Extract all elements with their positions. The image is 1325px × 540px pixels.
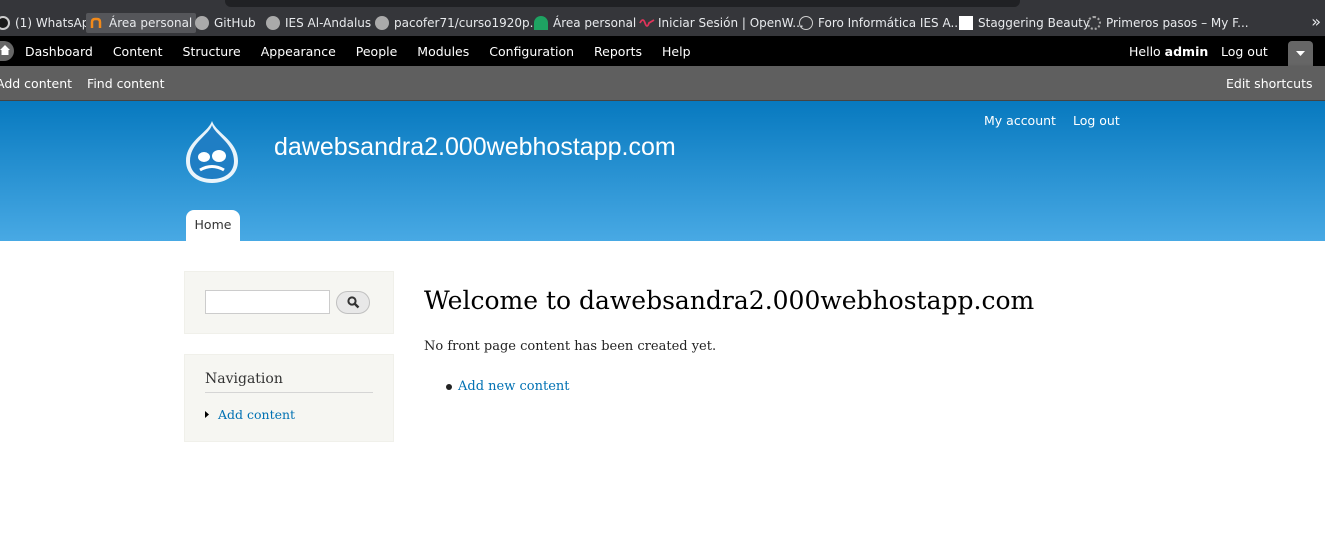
blank-page-icon: [959, 16, 973, 30]
site-name-link[interactable]: dawebsandra2.000webhostapp.com: [274, 133, 676, 162]
bookmark-label: Iniciar Sesión | OpenW...: [658, 16, 804, 30]
bookmark-openwebinars[interactable]: Iniciar Sesión | OpenW...: [635, 13, 808, 33]
empty-message: No front page content has been created y…: [424, 339, 717, 354]
gear-icon: [1087, 16, 1101, 30]
user-greeting: Hello admin: [1129, 36, 1208, 66]
navigation-title: Navigation: [205, 371, 373, 393]
menu-arrow-icon: [205, 411, 209, 418]
shortcut-add-content[interactable]: Add content: [0, 76, 72, 91]
drupal-logo-icon[interactable]: [182, 119, 242, 189]
bookmark-label: IES Al-Andalus: [285, 16, 372, 30]
nav-add-content-link[interactable]: Add content: [205, 407, 295, 422]
admin-toolbar: Dashboard Content Structure Appearance P…: [0, 36, 1325, 66]
bookmark-foro-informatica[interactable]: Foro Informática IES A...: [795, 13, 966, 33]
more-bookmarks-button[interactable]: »: [1311, 12, 1321, 31]
admin-menu: Dashboard Content Structure Appearance P…: [25, 36, 711, 66]
bookmark-label: GitHub: [214, 16, 256, 30]
home-button[interactable]: [0, 41, 14, 61]
whatsapp-icon: [0, 16, 10, 30]
bookmark-label: pacofer71/curso1920p...: [394, 16, 542, 30]
github-icon: [266, 16, 280, 30]
bookmark-label: (1) WhatsApp: [15, 16, 98, 30]
toolbar-logout-link[interactable]: Log out: [1221, 36, 1268, 66]
menu-help[interactable]: Help: [662, 44, 691, 59]
search-block: [184, 271, 394, 334]
bookmark-label: Área personal: [109, 16, 193, 30]
bookmark-staggering-beauty[interactable]: Staggering Beauty: [955, 13, 1094, 33]
menu-appearance[interactable]: Appearance: [261, 44, 336, 59]
chevron-down-icon: [1296, 51, 1305, 56]
my-account-link[interactable]: My account: [984, 113, 1056, 128]
menu-dashboard[interactable]: Dashboard: [25, 44, 93, 59]
nav-add-content-label: Add content: [218, 407, 296, 422]
openwebinars-icon: [639, 16, 655, 30]
bookmark-area-personal[interactable]: Área personal: [86, 13, 197, 33]
bookmark-pacofer71[interactable]: pacofer71/curso1920p...: [371, 13, 545, 33]
search-button[interactable]: [336, 291, 370, 314]
tab-home[interactable]: Home: [186, 210, 240, 242]
hello-label: Hello: [1129, 43, 1161, 59]
address-bar-edge: [225, 0, 1020, 7]
edit-shortcuts-link[interactable]: Edit shortcuts: [1226, 66, 1313, 101]
menu-reports[interactable]: Reports: [594, 44, 642, 59]
site-header: dawebsandra2.000webhostapp.com My accoun…: [0, 101, 1325, 242]
bullet-icon: [446, 383, 452, 390]
github-icon: [195, 16, 209, 30]
bookmark-label: Área personal: [553, 16, 637, 30]
home-icon: [0, 45, 10, 55]
menu-modules[interactable]: Modules: [417, 44, 469, 59]
bookmark-label: Staggering Beauty: [978, 16, 1090, 30]
add-new-content-item: Add new content: [446, 379, 569, 394]
github-icon: [375, 16, 389, 30]
bookmark-label: Primeros pasos – My F...: [1106, 16, 1249, 30]
username[interactable]: admin: [1165, 44, 1209, 59]
bookmark-primeros-pasos[interactable]: Primeros pasos – My F...: [1083, 13, 1253, 33]
search-icon: [347, 296, 360, 309]
bookmark-ies-al-andalus[interactable]: IES Al-Andalus: [262, 13, 375, 33]
add-new-content-link[interactable]: Add new content: [458, 379, 569, 394]
bookmark-label: Foro Informática IES A...: [818, 16, 962, 30]
page-title: Welcome to dawebsandra2.000webhostapp.co…: [424, 286, 1035, 315]
shortcut-find-content[interactable]: Find content: [87, 76, 164, 91]
menu-structure[interactable]: Structure: [183, 44, 241, 59]
shortcuts-bar: Add content Find content Edit shortcuts: [0, 66, 1325, 101]
bookmark-area-personal-2[interactable]: Área personal: [530, 13, 640, 33]
bookmarks-bar: (1) WhatsApp Área personal GitHub IES Al…: [0, 0, 1325, 36]
menu-configuration[interactable]: Configuration: [489, 44, 574, 59]
globe-icon: [799, 16, 813, 30]
navigation-block: Navigation Add content: [184, 354, 394, 442]
bookmark-github[interactable]: GitHub: [191, 13, 260, 33]
header-logout-link[interactable]: Log out: [1073, 113, 1120, 128]
secondary-menu: My account Log out: [984, 113, 1137, 128]
shortcuts-toggle-button[interactable]: [1288, 41, 1313, 66]
hosting-icon: [90, 16, 104, 30]
wifi-icon: [534, 16, 548, 30]
menu-people[interactable]: People: [356, 44, 398, 59]
menu-content[interactable]: Content: [113, 44, 163, 59]
search-input[interactable]: [205, 290, 330, 314]
